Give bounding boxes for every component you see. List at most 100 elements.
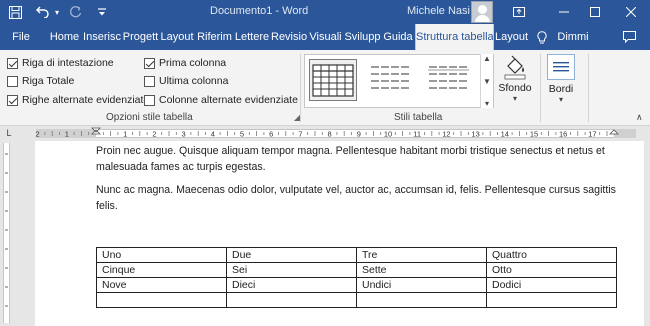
tab-design[interactable]: Progett [122, 24, 159, 50]
paragraph-1[interactable]: Proin nec augue. Quisque aliquam tempor … [96, 143, 626, 175]
save-icon[interactable] [4, 0, 26, 24]
gallery-scrollbar[interactable]: ▲ ▼ ▾ [480, 54, 493, 108]
option-banded-rows[interactable]: Righe alternate evidenziate [7, 93, 149, 107]
table-cell[interactable]: Otto [486, 262, 617, 278]
option-banded-columns[interactable]: Colonne alternate evidenziate [144, 93, 298, 107]
option-total-row[interactable]: Riga Totale [7, 74, 74, 88]
chevron-down-icon: ▾ [558, 95, 563, 104]
ruler-number: 5 [240, 130, 244, 139]
group-separator [300, 54, 301, 122]
maximize-icon[interactable] [578, 0, 612, 24]
comments-icon[interactable] [620, 27, 638, 47]
tab-references[interactable]: Riferim [196, 24, 233, 50]
title-bar: ▾ Documento1 - Word Michele Nasi [0, 0, 650, 24]
table-cell[interactable]: Nove [96, 277, 227, 293]
redo-icon[interactable] [64, 0, 86, 24]
tab-mailings[interactable]: Lettere [234, 24, 270, 50]
table-cell[interactable] [226, 292, 357, 308]
checkbox-unchecked[interactable] [7, 75, 18, 87]
table-style-plain[interactable] [367, 59, 415, 101]
close-icon[interactable] [614, 0, 648, 24]
borders-icon [547, 54, 575, 80]
shading-button[interactable]: Sfondo ▾ [496, 54, 534, 110]
option-first-column[interactable]: Prima colonna [144, 56, 226, 70]
table-cell[interactable]: Dodici [486, 277, 617, 293]
table-cell[interactable]: Quattro [486, 247, 617, 263]
tab-developer[interactable]: Svilupp [344, 24, 381, 50]
option-label: Righe alternate evidenziate [22, 94, 150, 106]
checkbox-unchecked[interactable] [144, 94, 155, 106]
ruler-number: 15 [530, 130, 538, 139]
chevron-down-icon: ▾ [512, 94, 517, 103]
option-label: Colonne alternate evidenziate [159, 94, 298, 106]
borders-label: Bordi [548, 83, 574, 95]
checkbox-checked[interactable] [7, 94, 18, 106]
table-cell[interactable]: Uno [96, 247, 227, 263]
borders-button[interactable]: Bordi ▾ [543, 54, 579, 110]
group-separator [588, 54, 589, 122]
ribbon-display-icon[interactable] [502, 0, 536, 24]
table-cell[interactable]: Due [226, 247, 357, 263]
tell-me-search[interactable]: Dimmi [553, 24, 593, 50]
user-name[interactable]: Michele Nasi [407, 5, 470, 17]
right-indent-marker-icon[interactable] [609, 129, 619, 135]
ruler-number: 2 [152, 130, 156, 139]
table-row: Cinque Sei Sette Otto [96, 262, 617, 278]
ruler-ticks: 2 1 1 2 3 4 5 6 7 8 9 10 11 12 13 14 15 16 17 [36, 127, 619, 139]
option-header-row[interactable]: Riga di intestazione [7, 56, 114, 70]
tab-view[interactable]: Visuali [308, 24, 343, 50]
tab-file[interactable]: File [6, 24, 36, 50]
tab-table-layout[interactable]: Layout [495, 24, 528, 50]
tab-review[interactable]: Revisio [271, 24, 307, 50]
document-table[interactable]: Uno Due Tre Quattro Cinque Sei Sette Ott… [96, 247, 617, 308]
window-title: Documento1 - Word [210, 5, 309, 17]
checkbox-checked[interactable] [144, 57, 155, 69]
vertical-ruler[interactable] [0, 139, 12, 326]
collapse-ribbon-icon[interactable]: ∧ [636, 112, 643, 123]
option-last-column[interactable]: Ultima colonna [144, 74, 228, 88]
ruler-number: 14 [501, 130, 509, 139]
table-cell[interactable]: Tre [356, 247, 487, 263]
scroll-down-icon[interactable]: ▼ [483, 77, 491, 86]
gallery-more-icon[interactable]: ▾ [485, 99, 489, 108]
table-row [96, 292, 617, 308]
paragraph-2[interactable]: Nunc ac magna. Maecenas odio dolor, vulp… [96, 182, 626, 214]
horizontal-ruler[interactable]: L 2 1 1 2 3 4 5 6 7 8 9 10 11 12 13 14 15 16 17 [0, 127, 650, 139]
table-cell[interactable]: Sette [356, 262, 487, 278]
table-cell[interactable]: Dieci [226, 277, 357, 293]
ruler-number: 7 [298, 130, 302, 139]
tab-table-design[interactable]: Struttura tabella [415, 24, 494, 50]
table-cell[interactable]: Undici [356, 277, 487, 293]
table-cell[interactable] [486, 292, 617, 308]
table-cell[interactable] [356, 292, 487, 308]
customize-icon[interactable] [92, 0, 112, 24]
document-page[interactable]: Proin nec augue. Quisque aliquam tempor … [35, 141, 644, 326]
table-row: Uno Due Tre Quattro [96, 247, 617, 263]
tab-help[interactable]: Guida [383, 24, 413, 50]
ruler-number: 17 [588, 130, 596, 139]
avatar[interactable] [471, 1, 493, 23]
undo-dropdown-icon[interactable]: ▾ [52, 0, 62, 24]
table-styles-gallery [304, 54, 494, 108]
paint-bucket-icon [496, 54, 534, 82]
ruler-number: 10 [384, 130, 392, 139]
table-style-grid-selected[interactable] [309, 59, 357, 101]
ruler-number: 1 [65, 130, 69, 139]
table-cell[interactable]: Cinque [96, 262, 227, 278]
lightbulb-icon[interactable] [535, 26, 549, 48]
option-label: Riga di intestazione [22, 57, 114, 69]
minimize-icon[interactable] [547, 0, 581, 24]
table-cell[interactable] [96, 292, 227, 308]
tab-home[interactable]: Home [48, 24, 81, 50]
ruler-number: 11 [413, 130, 421, 139]
checkbox-unchecked[interactable] [144, 75, 155, 87]
scroll-up-icon[interactable]: ▲ [483, 54, 491, 63]
table-style-light[interactable] [425, 59, 473, 101]
tab-layout[interactable]: Layout [160, 24, 194, 50]
checkbox-checked[interactable] [7, 57, 18, 69]
vertical-ruler-ticks [5, 153, 8, 307]
undo-icon[interactable] [32, 0, 54, 24]
table-cell[interactable]: Sei [226, 262, 357, 278]
indent-marker-icon[interactable] [91, 127, 101, 135]
tab-insert[interactable]: Inserisc [83, 24, 121, 50]
